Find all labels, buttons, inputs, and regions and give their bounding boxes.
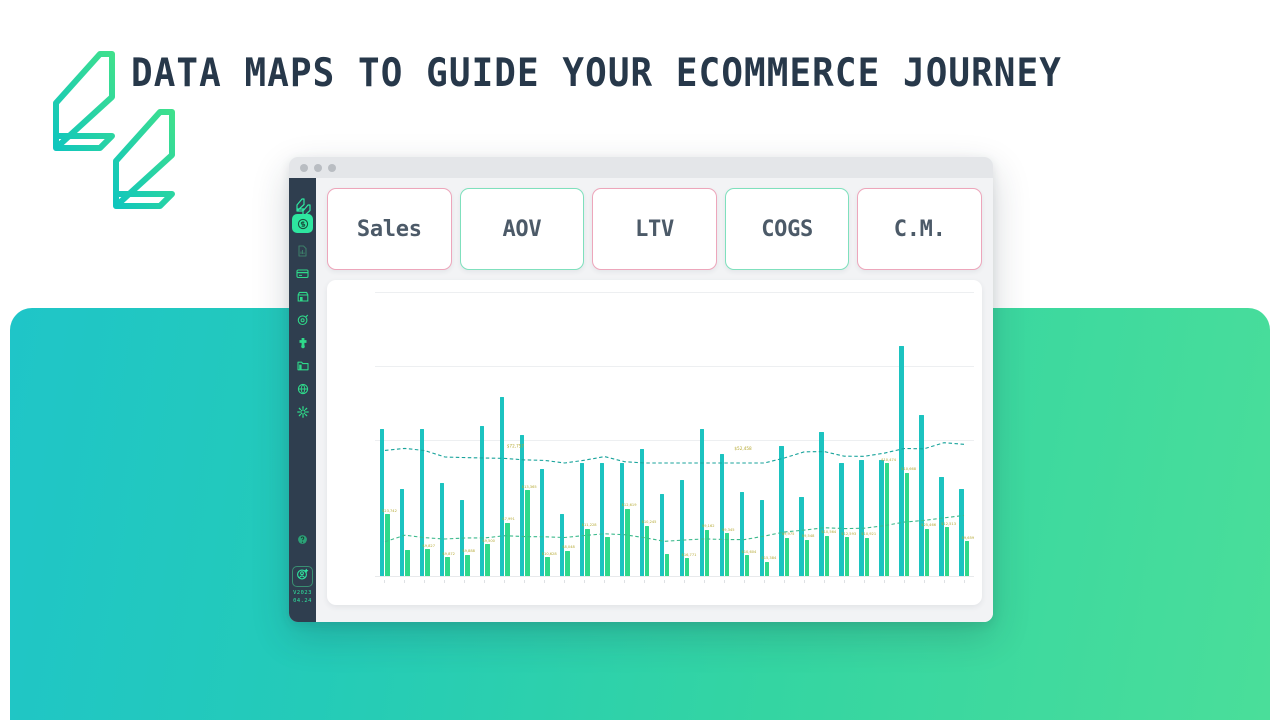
- trend-line: [384, 442, 965, 464]
- x-axis-tick: [803, 580, 805, 583]
- x-axis-tick: [923, 580, 925, 583]
- window-dot-yellow[interactable]: [314, 164, 322, 172]
- x-axis-tick: [384, 580, 386, 583]
- folder-icon: [296, 360, 309, 371]
- help-circle-icon: [297, 532, 308, 550]
- trend-annotation: $52,458: [734, 446, 752, 451]
- window-titlebar: [289, 157, 993, 178]
- x-axis-tick: [783, 580, 785, 583]
- x-axis-tick: [843, 580, 845, 583]
- puzzle-icon: [297, 337, 309, 349]
- globe-icon: [297, 383, 309, 395]
- x-axis-tick: [504, 580, 506, 583]
- x-axis-tick: [644, 580, 646, 583]
- kpi-card-cogs[interactable]: COGS: [724, 188, 850, 270]
- x-axis-tick: [604, 580, 606, 583]
- sidebar: V2023 04.24: [289, 178, 316, 622]
- x-axis-tick: [823, 580, 825, 583]
- trend-line: [384, 514, 965, 543]
- add-user-icon: [296, 568, 309, 586]
- store-icon: [297, 291, 309, 302]
- kpi-card-ltv[interactable]: LTV: [592, 188, 717, 270]
- version-line-2: 04.24: [293, 597, 312, 604]
- x-axis-tick: [863, 580, 865, 583]
- chart-card: $23,742 $9,827 $9,872 $9,888 $9,500 $7,991 $13…: [327, 280, 982, 605]
- chart-x-axis: [375, 576, 974, 577]
- sidebar-item-library[interactable]: [292, 357, 313, 374]
- chart-trend-lines: $72,757 $52,458: [384, 442, 965, 543]
- sidebar-item-account[interactable]: [292, 566, 313, 587]
- window-dot-green[interactable]: [328, 164, 336, 172]
- sidebar-item-transactions[interactable]: [292, 265, 313, 282]
- card-icon: [296, 268, 309, 279]
- kpi-label: AOV: [502, 216, 542, 242]
- kpi-label: C.M.: [893, 216, 946, 242]
- x-axis-tick: [684, 580, 686, 583]
- x-axis-tick: [424, 580, 426, 583]
- version-label: V2023 04.24: [289, 590, 316, 605]
- sidebar-item-attribution[interactable]: [292, 311, 313, 328]
- sidebar-item-settings[interactable]: [292, 403, 313, 420]
- chart-plot-area: $23,742 $9,827 $9,872 $9,888 $9,500 $7,991 $13…: [375, 292, 974, 583]
- target-icon: [297, 314, 309, 326]
- x-axis-tick: [703, 580, 705, 583]
- kpi-card-aov[interactable]: AOV: [459, 188, 585, 270]
- x-axis-tick: [963, 580, 965, 583]
- x-axis-tick: [624, 580, 626, 583]
- sidebar-item-channels[interactable]: [292, 380, 313, 397]
- kpi-label: LTV: [635, 216, 674, 242]
- page-title: DATA MAPS TO GUIDE YOUR ECOMMERCE JOURNE…: [131, 51, 1062, 96]
- version-line-1: V2023: [293, 590, 312, 596]
- main-content: Sales AOV LTV COGS C.M. $23,742 $9,827 $9,872 $…: [316, 178, 993, 622]
- gear-icon: [296, 405, 309, 418]
- sidebar-item-store[interactable]: [292, 288, 313, 305]
- x-axis-tick: [564, 580, 566, 583]
- sidebar-item-integrations[interactable]: [292, 334, 313, 351]
- x-axis-tick: [524, 580, 526, 583]
- x-axis-tick: [484, 580, 486, 583]
- sidebar-item-reports[interactable]: [292, 242, 313, 259]
- x-axis-tick: [404, 580, 406, 583]
- document-icon: [297, 244, 308, 257]
- trend-annotation: $72,757: [507, 443, 525, 448]
- sidebar-item-help[interactable]: [292, 532, 313, 549]
- kpi-label: COGS: [761, 216, 813, 242]
- x-axis-tick: [584, 580, 586, 583]
- x-axis-tick: [763, 580, 765, 583]
- x-axis-tick: [903, 580, 905, 583]
- window-dot-red[interactable]: [300, 164, 308, 172]
- x-axis-tick: [544, 580, 546, 583]
- x-axis-tick: [664, 580, 666, 583]
- x-axis-tick: [444, 580, 446, 583]
- kpi-label: Sales: [356, 216, 422, 242]
- x-axis-tick: [723, 580, 725, 583]
- kpi-card-cm[interactable]: C.M.: [857, 188, 982, 270]
- x-axis-tick: [883, 580, 885, 583]
- x-axis-tick: [743, 580, 745, 583]
- dollar-circle-icon: [297, 218, 309, 230]
- kpi-card-sales[interactable]: Sales: [327, 188, 452, 270]
- x-axis-tick: [464, 580, 466, 583]
- x-axis-tick: [943, 580, 945, 583]
- app-window: V2023 04.24 Sales AOV LTV COGS C.M. $23,742 $…: [289, 157, 993, 622]
- kpi-card-row: Sales AOV LTV COGS C.M.: [327, 188, 982, 270]
- sidebar-item-revenue[interactable]: [292, 214, 313, 233]
